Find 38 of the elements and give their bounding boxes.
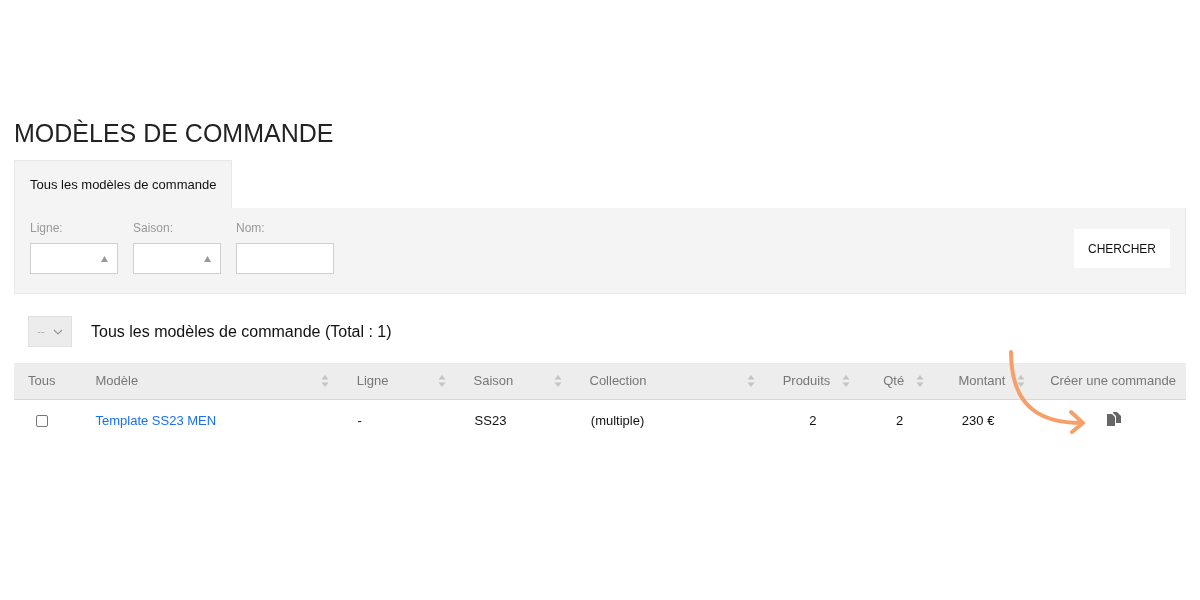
sort-icon[interactable] (320, 374, 329, 388)
table-cell: - (357, 413, 362, 429)
page-title: MODÈLES DE COMMANDE (14, 118, 335, 148)
copy-icon[interactable] (1105, 411, 1122, 427)
triangle-icon (101, 255, 108, 262)
sort-icon[interactable] (437, 374, 446, 388)
list-title: Tous les modèles de commande (Total : 1) (91, 321, 392, 342)
template-link[interactable]: Template SS23 MEN (95, 413, 217, 429)
column-header: Qté (883, 372, 905, 391)
column-header: Modèle (95, 372, 139, 391)
table-cell: (multiple) (590, 413, 645, 429)
table-cell-text: 230 € (961, 412, 995, 431)
filter-label: Saison: (133, 220, 175, 237)
column-header: Ligne (356, 372, 389, 391)
column-header: Montant (958, 372, 1006, 391)
sort-icon[interactable] (553, 374, 562, 388)
sort-icon[interactable] (842, 374, 851, 388)
table-cell: SS23 (474, 413, 507, 429)
sort-icon[interactable] (1017, 374, 1026, 388)
column-header: Saison (473, 372, 514, 391)
filter-label: Ligne: (30, 220, 64, 237)
column-header: Créer une commande (1050, 372, 1176, 391)
select-field[interactable] (133, 243, 221, 274)
sort-icon[interactable] (916, 374, 925, 388)
sort-icon[interactable] (747, 374, 756, 388)
chevron-down-icon (52, 328, 63, 335)
tab[interactable]: Tous les modèles de commande (14, 160, 233, 208)
input-field[interactable] (236, 243, 334, 274)
table-cell-text: 2 (896, 412, 904, 431)
table-cell-text: 2 (809, 412, 817, 431)
column-header: Produits (782, 372, 831, 391)
row-checkbox[interactable] (35, 415, 48, 427)
search-button[interactable]: CHERCHER (1074, 229, 1170, 268)
filter-label: Nom: (236, 220, 266, 237)
triangle-icon (204, 255, 211, 262)
column-header: Tous (28, 372, 56, 391)
select-field[interactable] (30, 243, 118, 274)
column-header: Collection (589, 372, 647, 391)
